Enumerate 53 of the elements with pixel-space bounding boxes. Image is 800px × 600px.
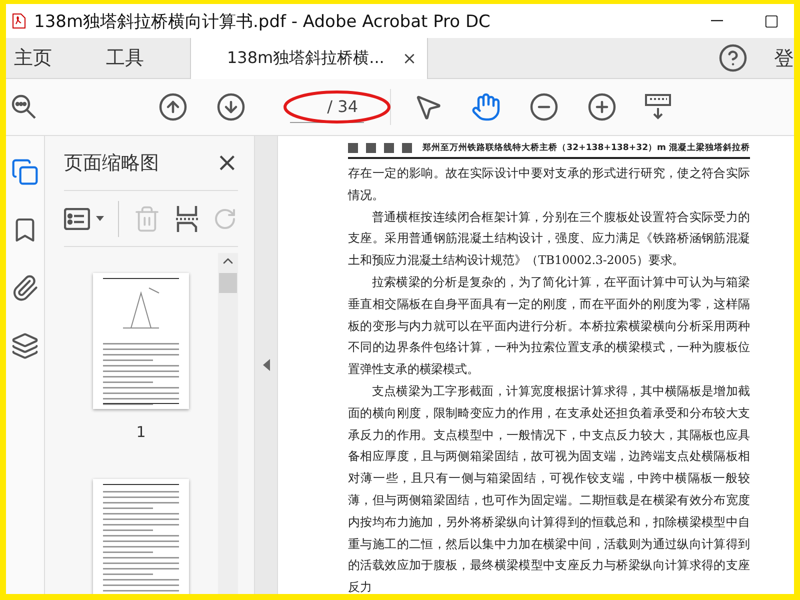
tab-label: 138m独塔斜拉桥横... — [227, 48, 384, 69]
prev-page-icon — [158, 92, 188, 122]
find-button[interactable] — [10, 93, 38, 121]
caret-icon — [96, 216, 104, 221]
document-tab[interactable]: 138m独塔斜拉桥横... × — [190, 38, 428, 79]
options-button[interactable] — [64, 200, 119, 236]
window-title: 138m独塔斜拉桥横向计算书.pdf - Adobe Acrobat Pro DC — [34, 10, 492, 32]
layers-icon — [11, 332, 39, 360]
insert-page-icon — [175, 204, 199, 232]
list-icon — [64, 208, 90, 230]
rotate-icon — [213, 206, 237, 230]
nav-tab[interactable]: 主页 — [6, 38, 60, 78]
zoom-out-icon — [529, 92, 559, 122]
hand-icon — [471, 92, 501, 122]
page-number-label: 1 — [136, 423, 146, 441]
search-icon — [10, 93, 38, 121]
attachments-panel-button[interactable] — [11, 274, 39, 302]
keyboard-button[interactable] — [645, 93, 671, 121]
trash-icon — [133, 204, 161, 232]
sign-in-link[interactable]: 登 — [774, 38, 794, 78]
scrollbar[interactable] — [218, 253, 238, 594]
next-page-button[interactable] — [216, 92, 246, 122]
attachments-icon — [11, 274, 39, 302]
next-page-icon — [216, 92, 246, 122]
close-tab-button[interactable]: × — [402, 48, 417, 68]
keyboard-icon — [645, 93, 671, 121]
hand-button[interactable] — [471, 92, 501, 122]
maximize-icon — [764, 14, 778, 28]
pages-panel-button[interactable] — [11, 158, 39, 186]
paragraph: 支点横梁为工字形截面，计算宽度根据计算求得，其中横隔板是增加截面的横向刚度，限制畸变应力的作用，在支承处还担负着承受和分布较大支承反力的作用。支点模型中，一般情况下，中支点反力较大，其隔板也应具备相应厚度，且与两侧箱梁固结，故可视为固支端，边跨端支点处横隔板相对薄一些，且只有一侧与箱梁固结，可视作铰支端，中跨中横隔板一般较薄，但与两侧箱梁固结，也可作为固定端。二期恒载是在横梁有效分布宽度内按均布力施加，另外将桥梁纵向计算得到的恒载总和，扣除横梁模型中自重与施工的二恒，然后以集中力加在横梁中间，活载则为通过纵向计算得到的活载效应加于腹板，最终横梁模型中支座反力与桥梁纵向计算求得的支座反力 — [348, 382, 750, 594]
zoom-in-button[interactable] — [587, 92, 617, 122]
page-thumbnail-drawing[interactable] — [93, 479, 189, 594]
zoom-out-button[interactable] — [529, 92, 559, 122]
close-panel-button[interactable]: × — [216, 148, 238, 178]
panel-title: 页面缩略图 — [64, 151, 159, 176]
paragraph: 拉索横梁的分析是复杂的，为了简化计算，在平面计算中可认为与箱梁垂直相交隔板在自身平面具有一定的刚度，而在平面外的刚度为零，这样隔板的变形与内力就可以在平面内进行分析。本桥拉索横梁横向分析采用两种不同的边界条件包络计算，一种为拉索位置支承的横梁模式，一种为腹板位置弹性支承的横梁模式。 — [348, 274, 750, 378]
insert-page-button[interactable] — [175, 204, 199, 232]
pdf-file-icon — [12, 13, 26, 29]
layers-panel-button[interactable] — [11, 332, 39, 360]
help-icon — [718, 43, 748, 73]
pages-icon — [11, 158, 39, 186]
page-header: 郑州至万州铁路联络线特大桥主桥（32+138+138+32）m 混凝土梁独塔斜拉桥 — [422, 142, 750, 154]
collapse-arrow-icon[interactable] — [262, 359, 270, 371]
minimize-icon — [711, 20, 723, 22]
zoom-in-icon — [587, 92, 617, 122]
paragraph: 普通横框按连续闭合框架计算，分别在三个腹板处设置符合实际受力的支座。采用普通钢筋混凝土结构设计，强度、应力满足《铁路桥涵钢筋混凝土和预应力混凝土结构设计规范》（TB10002.3-2005）要求。 — [348, 208, 750, 270]
paragraph: 存在一定的影响。故在实际设计中要对支承的形式进行研究，使之符合实际情况。 — [348, 165, 750, 204]
page-thumbnail-drawing[interactable] — [93, 273, 189, 409]
nav-tab[interactable]: 工具 — [98, 38, 152, 78]
prev-page-button[interactable] — [158, 92, 188, 122]
scroll-thumb[interactable] — [219, 273, 237, 293]
page-count: / 34 — [327, 97, 358, 116]
redacted-blocks-drawing — [348, 143, 412, 153]
